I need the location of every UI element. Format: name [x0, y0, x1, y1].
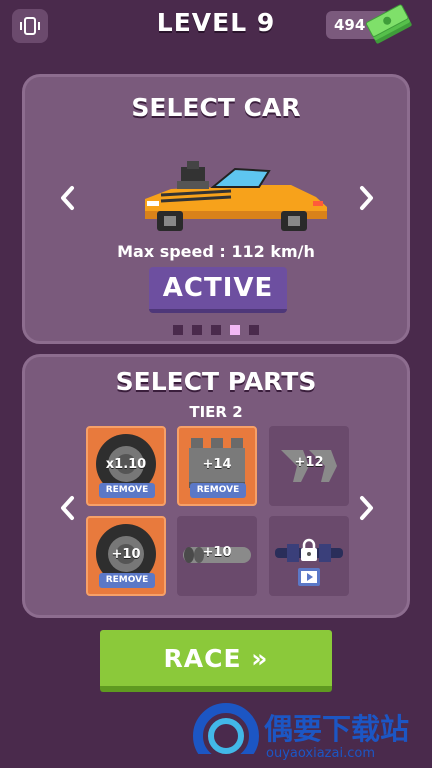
part-value: +10: [202, 545, 232, 560]
top-bar: LEVEL 9 494: [0, 0, 432, 56]
remove-part-button[interactable]: REMOVE: [190, 483, 246, 498]
chevron-left-icon: [61, 496, 74, 520]
next-parts-button[interactable]: [355, 491, 379, 525]
money-stack-icon: [365, 4, 412, 44]
pager-dot[interactable]: [192, 325, 202, 335]
active-car-button[interactable]: ACTIVE: [149, 267, 287, 313]
part-slot-engine-block[interactable]: +14 REMOVE: [177, 426, 257, 506]
part-slot-exhaust-pipe[interactable]: +10: [177, 516, 257, 596]
site-logo-icon: [193, 703, 260, 768]
select-car-panel: SELECT CAR Max speed : 112 km/h ACTIVE: [22, 74, 410, 344]
tier-label: TIER 2: [189, 403, 243, 421]
chevron-left-icon: [61, 186, 74, 210]
chevron-right-icon: [360, 496, 373, 520]
pager-dot-active[interactable]: [230, 325, 240, 335]
next-car-button[interactable]: [355, 181, 379, 215]
previous-parts-button[interactable]: [55, 491, 79, 525]
site-watermark: 偶要下载站 ouyaoxiazai.com: [192, 700, 432, 768]
watermark-text: 偶要下载站: [264, 712, 410, 746]
max-speed-label: Max speed : 112 km/h: [117, 242, 315, 261]
part-slot-locked[interactable]: [269, 516, 349, 596]
watch-video-icon[interactable]: [298, 568, 320, 586]
select-parts-title: SELECT PARTS: [115, 367, 317, 396]
chevron-right-icon: [360, 186, 373, 210]
part-value: +12: [294, 455, 324, 470]
part-value: +14: [202, 457, 232, 472]
part-slot-tire[interactable]: x1.10 REMOVE: [86, 426, 166, 506]
car-preview-image: [145, 161, 327, 231]
part-value: x1.10: [105, 457, 147, 472]
part-value: +10: [111, 547, 141, 562]
remove-part-button[interactable]: REMOVE: [99, 483, 155, 498]
pager-dot[interactable]: [249, 325, 259, 335]
remove-part-button[interactable]: REMOVE: [99, 573, 155, 588]
select-car-title: SELECT CAR: [131, 93, 301, 122]
select-parts-panel: SELECT PARTS TIER 2 x1.10 REMOVE +14 REM…: [22, 354, 410, 618]
pager-dot[interactable]: [173, 325, 183, 335]
previous-car-button[interactable]: [55, 181, 79, 215]
pager-dot[interactable]: [211, 325, 221, 335]
car-pager-dots: [173, 325, 259, 335]
part-slot-spoiler[interactable]: +12: [269, 426, 349, 506]
watermark-subtext: ouyaoxiazai.com: [266, 746, 375, 761]
padlock-icon: [301, 538, 317, 561]
part-slot-tire[interactable]: +10 REMOVE: [86, 516, 166, 596]
race-button[interactable]: RACE »: [100, 630, 332, 692]
